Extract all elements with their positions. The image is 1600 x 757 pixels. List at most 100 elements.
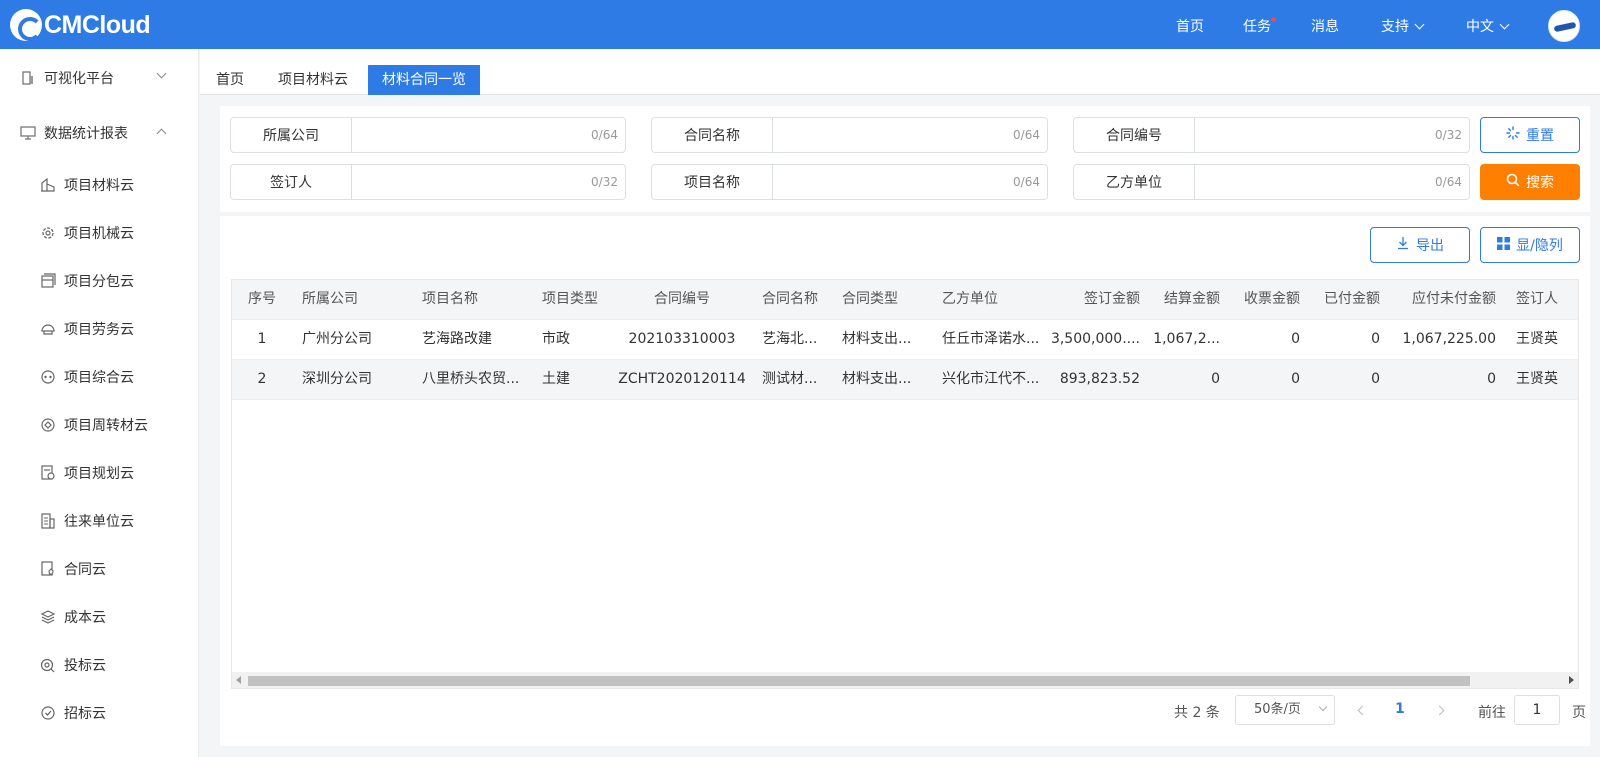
nav-language-label: 中文 bbox=[1466, 19, 1494, 35]
column-header[interactable]: 结算金额 bbox=[1140, 280, 1220, 319]
top-bar: CMCloud 首页 任务 消息 支持 中文 bbox=[0, 0, 1600, 49]
sidebar-group-label: 可视化平台 bbox=[44, 71, 114, 87]
column-header[interactable]: 序号 bbox=[232, 280, 292, 319]
sidebar-item-tender[interactable]: 招标云 bbox=[0, 693, 199, 733]
company-input[interactable]: 0/64 bbox=[352, 118, 625, 152]
nav-language[interactable]: 中文 bbox=[1466, 16, 1510, 36]
turnover-icon bbox=[40, 417, 56, 433]
sidebar-item-label: 往来单位云 bbox=[64, 514, 134, 530]
filter-contract-number: 合同编号 0/32 bbox=[1073, 117, 1470, 153]
column-header[interactable]: 收票金额 bbox=[1220, 280, 1300, 319]
sidebar-item-labor[interactable]: 项目劳务云 bbox=[0, 309, 199, 349]
column-header[interactable]: 已付金额 bbox=[1300, 280, 1380, 319]
sidebar-group-reports[interactable]: 数据统计报表 bbox=[0, 113, 199, 153]
nav-support-label: 支持 bbox=[1381, 19, 1409, 35]
sidebar-item-bid[interactable]: 投标云 bbox=[0, 645, 199, 685]
sidebar-item-contract[interactable]: 合同云 bbox=[0, 549, 199, 589]
sidebar-group-visualization[interactable]: 可视化平台 bbox=[0, 58, 199, 98]
cell-project-type: 土建 bbox=[542, 371, 570, 387]
cell-company: 广州分公司 bbox=[302, 331, 372, 347]
table-row[interactable]: 2 深圳分公司 八里桥头农贸... 土建 ZCHT2020120114 测试材.… bbox=[232, 360, 1578, 400]
filter-signer: 签订人 0/32 bbox=[230, 164, 626, 200]
filter-party-b: 乙方单位 0/64 bbox=[1073, 164, 1470, 200]
sidebar-item-label: 招标云 bbox=[64, 706, 106, 722]
cell-contract-type: 材料支出... bbox=[842, 371, 912, 387]
cell-index: 1 bbox=[257, 331, 267, 347]
column-header[interactable]: 合同编号 bbox=[612, 280, 752, 319]
cell-invoiced-amount: 0 bbox=[1291, 331, 1300, 347]
brand-logo[interactable]: CMCloud bbox=[10, 8, 151, 42]
machinery-gear-icon bbox=[40, 225, 56, 241]
brand-name: CMCloud bbox=[44, 10, 151, 39]
reset-button[interactable]: 重置 bbox=[1480, 117, 1580, 153]
cell-contract-number: 202103310003 bbox=[628, 331, 736, 347]
column-header[interactable]: 应付未付金额 bbox=[1380, 280, 1496, 319]
cost-layers-icon bbox=[40, 609, 56, 625]
column-header[interactable]: 合同名称 bbox=[762, 280, 832, 319]
scroll-left-arrow-icon[interactable] bbox=[236, 676, 241, 684]
chevron-up-icon bbox=[156, 128, 167, 139]
project-name-input[interactable]: 0/64 bbox=[773, 165, 1047, 199]
sidebar-item-partners[interactable]: 往来单位云 bbox=[0, 501, 199, 541]
column-header[interactable]: 项目名称 bbox=[422, 280, 532, 319]
contracts-table: 序号 所属公司 项目名称 项目类型 合同编号 合同名称 合同类型 乙方单位 签订… bbox=[231, 279, 1579, 689]
nav-support[interactable]: 支持 bbox=[1381, 16, 1425, 36]
sidebar-item-label: 成本云 bbox=[64, 610, 106, 626]
cell-party-b: 兴化市江代不... bbox=[942, 371, 1040, 387]
column-header[interactable]: 签订金额 bbox=[1042, 280, 1140, 319]
nav-home[interactable]: 首页 bbox=[1176, 16, 1204, 36]
party-b-input[interactable]: 0/64 bbox=[1195, 165, 1469, 199]
download-icon bbox=[1396, 236, 1410, 254]
table-header: 序号 所属公司 项目名称 项目类型 合同编号 合同名称 合同类型 乙方单位 签订… bbox=[232, 280, 1578, 320]
building-icon bbox=[20, 70, 36, 86]
nav-messages[interactable]: 消息 bbox=[1311, 16, 1339, 36]
column-header[interactable]: 签订人 bbox=[1516, 280, 1576, 319]
table-row[interactable]: 1 广州分公司 艺海路改建 市政 202103310003 艺海北... 材料支… bbox=[232, 320, 1578, 360]
sidebar-item-label: 项目分包云 bbox=[64, 274, 134, 290]
char-count: 0/32 bbox=[591, 175, 618, 189]
column-header[interactable]: 所属公司 bbox=[302, 280, 412, 319]
export-button[interactable]: 导出 bbox=[1370, 227, 1470, 263]
column-header[interactable]: 项目类型 bbox=[542, 280, 612, 319]
sidebar-item-label: 项目材料云 bbox=[64, 178, 134, 194]
scroll-thumb[interactable] bbox=[248, 676, 1470, 686]
filter-label: 乙方单位 bbox=[1074, 165, 1195, 199]
contract-name-input[interactable]: 0/64 bbox=[773, 118, 1047, 152]
sidebar: 可视化平台 数据统计报表 项目材料云 项目机械云 项目分包云 项目劳务云 项目综… bbox=[0, 49, 199, 757]
sidebar-item-label: 项目周转材云 bbox=[64, 418, 148, 434]
sidebar-item-turnover[interactable]: 项目周转材云 bbox=[0, 405, 199, 445]
filter-company: 所属公司 0/64 bbox=[230, 117, 626, 153]
page-size-select[interactable]: 50条/页 bbox=[1235, 695, 1335, 725]
goto-page-input[interactable]: 1 bbox=[1514, 695, 1560, 725]
sidebar-item-subcontract[interactable]: 项目分包云 bbox=[0, 261, 199, 301]
char-count: 0/32 bbox=[1435, 128, 1462, 142]
cell-project-name: 八里桥头农贸... bbox=[422, 371, 520, 387]
toggle-columns-button[interactable]: 显/隐列 bbox=[1480, 227, 1580, 263]
sidebar-item-cost[interactable]: 成本云 bbox=[0, 597, 199, 637]
char-count: 0/64 bbox=[591, 128, 618, 142]
sidebar-item-materials[interactable]: 项目材料云 bbox=[0, 165, 199, 205]
search-button[interactable]: 搜索 bbox=[1480, 164, 1580, 200]
column-header[interactable]: 合同类型 bbox=[842, 280, 932, 319]
next-page-button[interactable] bbox=[1432, 703, 1446, 717]
tab-material-contracts[interactable]: 材料合同一览 bbox=[368, 65, 480, 95]
sidebar-item-machinery[interactable]: 项目机械云 bbox=[0, 213, 199, 253]
column-header[interactable]: 乙方单位 bbox=[942, 280, 1042, 319]
tab-home[interactable]: 首页 bbox=[202, 65, 258, 95]
export-label: 导出 bbox=[1416, 238, 1444, 254]
tab-project-materials[interactable]: 项目材料云 bbox=[264, 65, 362, 95]
cell-contract-name: 艺海北... bbox=[762, 331, 818, 347]
user-avatar[interactable] bbox=[1548, 10, 1580, 42]
char-count: 0/64 bbox=[1013, 175, 1040, 189]
sidebar-item-planning[interactable]: 项目规划云 bbox=[0, 453, 199, 493]
contract-number-input[interactable]: 0/32 bbox=[1195, 118, 1469, 152]
nav-tasks[interactable]: 任务 bbox=[1243, 16, 1276, 36]
prev-page-button[interactable] bbox=[1355, 703, 1369, 717]
current-page[interactable]: 1 bbox=[1395, 701, 1405, 717]
scroll-right-arrow-icon[interactable] bbox=[1569, 676, 1574, 684]
sidebar-item-label: 投标云 bbox=[64, 658, 106, 674]
horizontal-scrollbar[interactable] bbox=[232, 672, 1578, 688]
signer-input[interactable]: 0/32 bbox=[352, 165, 625, 199]
sidebar-item-comprehensive[interactable]: 项目综合云 bbox=[0, 357, 199, 397]
comprehensive-icon bbox=[40, 369, 56, 385]
